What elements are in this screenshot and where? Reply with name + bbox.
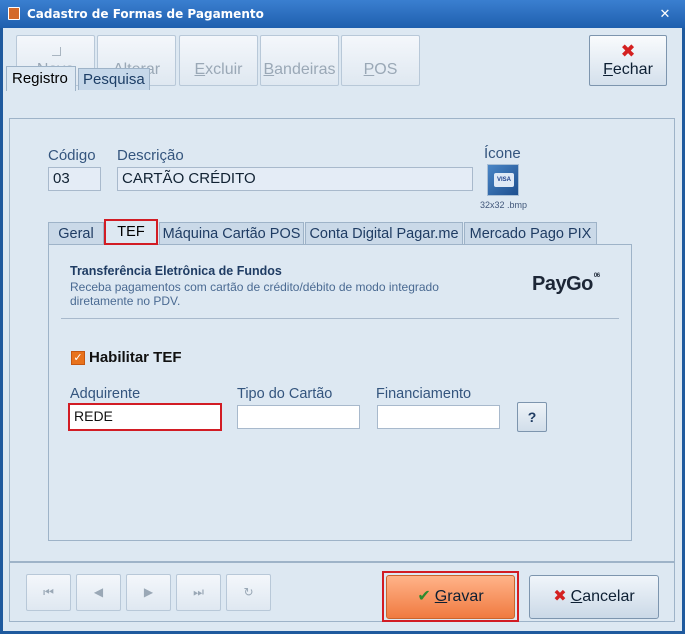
nav-refresh-button[interactable]: ↻ xyxy=(226,574,271,611)
nav-next-button[interactable]: ▶ xyxy=(126,574,171,611)
close-x-icon: ✖ xyxy=(620,41,636,61)
tef-title: Transferência Eletrônica de Fundos xyxy=(70,264,282,278)
adquirente-field[interactable]: REDE xyxy=(68,403,222,431)
habilitar-tef-checkbox[interactable]: ✓ xyxy=(71,351,85,365)
tipo-cartao-label: Tipo do Cartão xyxy=(237,386,333,402)
close-icon[interactable]: ✕ xyxy=(657,6,673,22)
credit-card-icon: VISA xyxy=(494,173,514,187)
cancelar-button[interactable]: ✖ Cancelar xyxy=(529,575,659,619)
financiamento-field[interactable] xyxy=(377,405,500,429)
bandeiras-button[interactable]: Bandeiras xyxy=(260,35,339,86)
tab-tef[interactable]: TEF xyxy=(104,219,158,245)
help-button[interactable]: ? xyxy=(517,402,547,432)
gravar-button[interactable]: ✔ Gravar xyxy=(386,575,515,619)
pos-button[interactable]: POS xyxy=(341,35,420,86)
icone-label: Ícone xyxy=(484,145,521,162)
habilitar-tef-label: Habilitar TEF xyxy=(89,349,182,366)
financiamento-label: Financiamento xyxy=(376,386,472,402)
tab-conta-digital-pagarme[interactable]: Conta Digital Pagar.me xyxy=(305,222,463,245)
tef-description: Receba pagamentos com cartão de crédito/… xyxy=(70,280,439,308)
descricao-field[interactable]: CARTÃO CRÉDITO xyxy=(117,167,473,191)
cancel-x-icon: ✖ xyxy=(553,588,567,605)
codigo-field[interactable]: 03 xyxy=(48,167,101,191)
icone-size-caption: 32x32 .bmp xyxy=(480,200,528,210)
nav-prev-button[interactable]: ◀ xyxy=(76,574,121,611)
paygo-logo: PayGo06 xyxy=(532,273,600,295)
checkmark-icon: ✔ xyxy=(417,588,431,605)
tab-maquina-cartao-pos[interactable]: Máquina Cartão POS xyxy=(159,222,304,245)
excluir-button[interactable]: Excluir xyxy=(179,35,258,86)
tab-pesquisa[interactable]: Pesquisa xyxy=(78,68,150,90)
codigo-label: Código xyxy=(48,147,96,164)
new-icon xyxy=(52,47,61,56)
tipo-cartao-field[interactable] xyxy=(237,405,360,429)
title-bar: Cadastro de Formas de Pagamento ✕ xyxy=(0,0,685,28)
nav-last-button[interactable]: ⏭ xyxy=(176,574,221,611)
payment-icon-image[interactable]: VISA xyxy=(487,164,519,196)
divider xyxy=(61,318,619,319)
app-icon xyxy=(8,7,20,20)
adquirente-label: Adquirente xyxy=(70,386,141,402)
tab-registro[interactable]: Registro xyxy=(6,66,76,91)
window-title: Cadastro de Formas de Pagamento xyxy=(27,7,264,21)
tab-mercado-pago-pix[interactable]: Mercado Pago PIX xyxy=(464,222,597,245)
descricao-label: Descrição xyxy=(117,147,184,164)
tab-geral[interactable]: Geral xyxy=(48,222,104,245)
nav-first-button[interactable]: ⏮ xyxy=(26,574,71,611)
fechar-button[interactable]: ✖ Fechar xyxy=(589,35,667,86)
